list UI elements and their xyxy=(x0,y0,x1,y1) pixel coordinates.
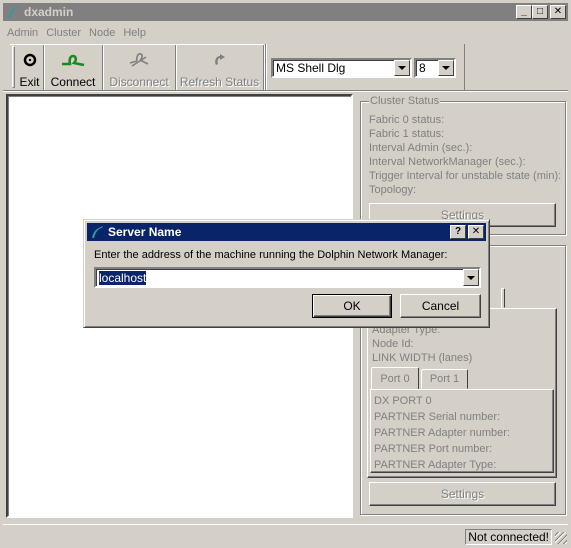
font-size-select[interactable]: 8 xyxy=(414,58,456,78)
dialog-title: Server Name xyxy=(108,225,182,239)
tab-port-1[interactable]: Port 1 xyxy=(421,369,468,389)
maximize-button[interactable]: □ xyxy=(532,5,548,19)
font-size-dropdown-button[interactable] xyxy=(438,60,454,76)
dolphin-logo-icon xyxy=(8,6,19,18)
menu-admin[interactable]: Admin xyxy=(3,27,42,39)
trigger-interval-label: Trigger Interval for unstable state (min… xyxy=(369,170,562,182)
tab-port-0[interactable]: Port 0 xyxy=(371,367,419,389)
chevron-down-icon xyxy=(442,66,450,70)
dx-port-label: DX PORT 0 xyxy=(374,395,432,407)
exit-icon xyxy=(23,50,37,70)
cluster-status-title: Cluster Status xyxy=(369,95,441,107)
interval-admin-label: Interval Admin (sec.): xyxy=(369,142,473,154)
cancel-button[interactable]: Cancel xyxy=(400,294,481,318)
server-name-dialog: Server Name ? ✕ Enter the address of the… xyxy=(83,219,490,328)
dialog-title-bar[interactable]: Server Name ? ✕ xyxy=(87,223,486,241)
chevron-down-icon xyxy=(398,66,406,70)
help-button[interactable]: ? xyxy=(450,225,466,239)
cluster-status-group: Cluster Status Fabric 0 status: Fabric 1… xyxy=(360,95,566,235)
link-width-label: LINK WIDTH (lanes) xyxy=(372,352,473,364)
partner-adapter-type-label: PARTNER Adapter Type: xyxy=(374,459,497,471)
server-address-selected-text: localhost xyxy=(99,270,147,285)
connect-label: Connect xyxy=(50,75,96,89)
port-tab-panel: DX PORT 0 PARTNER Serial number: PARTNER… xyxy=(370,389,554,473)
partner-serial-label: PARTNER Serial number: xyxy=(374,411,501,423)
disconnect-icon xyxy=(127,50,151,70)
refresh-icon xyxy=(212,50,228,70)
separator xyxy=(3,90,568,92)
node-id-label: Node Id: xyxy=(372,338,414,350)
exit-label: Exit xyxy=(19,75,40,89)
server-address-input[interactable]: localhost xyxy=(96,270,463,285)
title-bar[interactable]: dxadmin _ □ ✕ xyxy=(3,3,568,21)
topology-label: Topology: xyxy=(369,184,417,196)
partner-port-number-label: PARTNER Port number: xyxy=(374,443,493,455)
disconnect-label: Disconnect xyxy=(109,75,169,89)
fabric1-status-label: Fabric 1 status: xyxy=(369,128,445,140)
status-bar: Not connected! xyxy=(3,524,568,545)
dialog-prompt: Enter the address of the machine running… xyxy=(94,249,448,261)
menu-node[interactable]: Node xyxy=(85,27,119,39)
font-size-value: 8 xyxy=(419,61,426,75)
refresh-status-label: Refresh Status xyxy=(179,75,260,89)
fabric0-status-label: Fabric 0 status: xyxy=(369,114,445,126)
font-family-select[interactable]: MS Shell Dlg xyxy=(271,58,412,78)
menu-help[interactable]: Help xyxy=(119,27,150,39)
connect-icon xyxy=(60,50,86,70)
minimize-icon: _ xyxy=(521,6,527,17)
font-family-dropdown-button[interactable] xyxy=(394,60,410,76)
resize-grip[interactable] xyxy=(555,532,567,544)
ok-button[interactable]: OK xyxy=(312,294,392,318)
refresh-status-button[interactable]: Refresh Status xyxy=(176,45,264,91)
help-icon: ? xyxy=(454,226,462,237)
server-address-combobox[interactable]: localhost xyxy=(94,267,481,288)
dialog-close-button[interactable]: ✕ xyxy=(468,225,484,239)
node-settings-button[interactable]: Settings xyxy=(369,482,556,506)
disconnect-button[interactable]: Disconnect xyxy=(103,45,176,91)
font-family-value: MS Shell Dlg xyxy=(276,61,346,75)
close-icon: ✕ xyxy=(553,6,563,17)
exit-button[interactable]: Exit xyxy=(10,45,44,91)
minimize-button[interactable]: _ xyxy=(516,5,532,19)
dolphin-logo-icon xyxy=(92,226,103,238)
connect-button[interactable]: Connect xyxy=(44,45,103,91)
tab-port-1-label: Port 1 xyxy=(429,373,460,385)
partner-adapter-number-label: PARTNER Adapter number: xyxy=(374,427,510,439)
menu-bar: Admin Cluster Node Help xyxy=(3,23,150,42)
tab-port-0-label: Port 0 xyxy=(380,372,410,385)
maximize-icon: □ xyxy=(536,6,544,17)
toolbar: Exit Connect Disconnect Refresh Status xyxy=(10,44,264,91)
window-title: dxadmin xyxy=(24,5,74,19)
chevron-down-icon xyxy=(467,275,475,280)
close-button[interactable]: ✕ xyxy=(550,5,566,19)
interval-networkmanager-label: Interval NetworkManager (sec.): xyxy=(369,156,526,168)
menu-cluster[interactable]: Cluster xyxy=(42,27,85,39)
server-address-dropdown-button[interactable] xyxy=(463,269,479,286)
node-tab-panel: Adapter Type: Node Id: LINK WIDTH (lanes… xyxy=(367,308,557,478)
node-tab-edge xyxy=(501,288,505,308)
close-icon: ✕ xyxy=(471,226,481,237)
connection-status: Not connected! xyxy=(465,529,552,545)
